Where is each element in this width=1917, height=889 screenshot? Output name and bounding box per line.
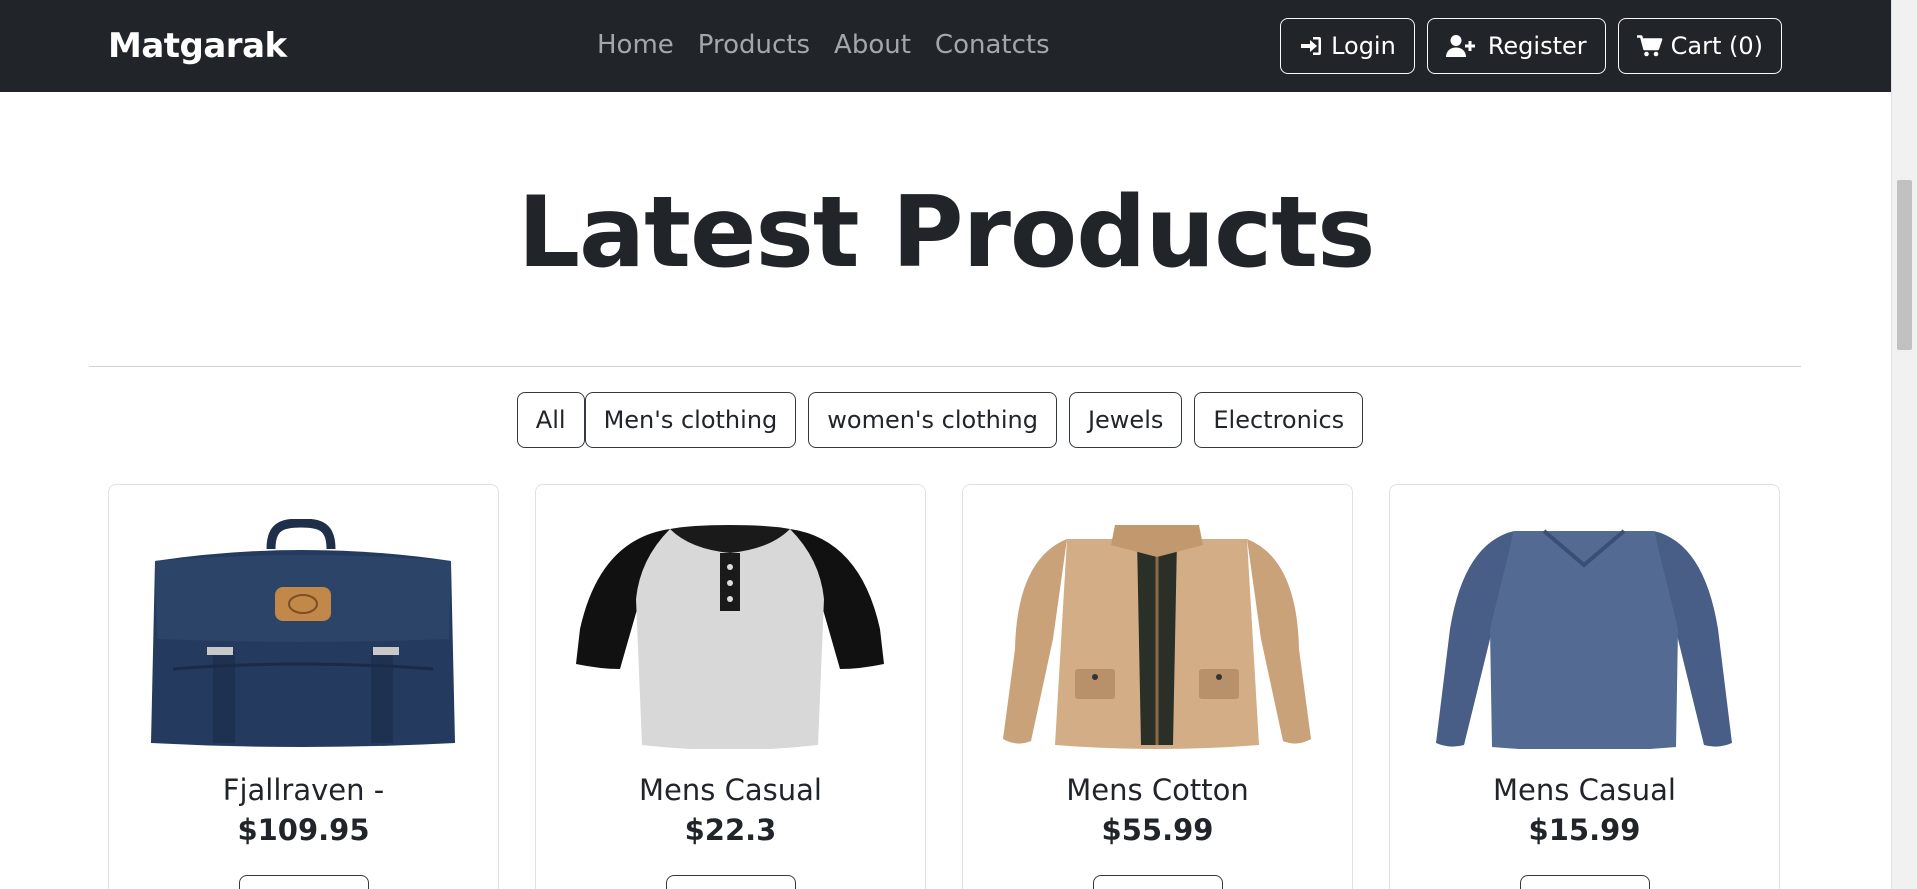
- product-price: $109.95: [237, 813, 370, 847]
- product-title: Mens Casual: [639, 773, 822, 807]
- shopping-cart-icon: [1636, 35, 1663, 57]
- product-card[interactable]: Mens Casual $22.3: [535, 484, 926, 889]
- product-title: Mens Casual: [1493, 773, 1676, 807]
- nav-actions: Login Register Cart (0): [1280, 18, 1782, 74]
- product-card[interactable]: Mens Cotton $55.99: [962, 484, 1353, 889]
- filter-all-button[interactable]: All: [516, 392, 585, 448]
- product-grid: Fjallraven - $109.95 Mens Casual $22.3 M…: [108, 484, 1782, 889]
- product-card[interactable]: Fjallraven - $109.95: [108, 484, 499, 889]
- vertical-scrollbar[interactable]: [1891, 0, 1917, 889]
- cart-label: Cart (0): [1670, 32, 1763, 60]
- product-price: $15.99: [1528, 813, 1641, 847]
- scrollbar-thumb[interactable]: [1897, 180, 1912, 350]
- nav-link-about[interactable]: About: [834, 30, 911, 60]
- product-image-backpack[interactable]: [143, 519, 463, 749]
- filter-womens-clothing-button[interactable]: women's clothing: [808, 392, 1057, 448]
- buy-now-button[interactable]: [238, 875, 369, 889]
- nav-link-home[interactable]: Home: [597, 30, 674, 60]
- category-filters: All Men's clothing women's clothing Jewe…: [0, 392, 1892, 448]
- sign-in-icon: [1299, 35, 1323, 57]
- product-card[interactable]: Mens Casual $15.99: [1389, 484, 1780, 889]
- product-image-raglan-tshirt[interactable]: [570, 519, 890, 749]
- product-image-long-sleeve-shirt[interactable]: [1424, 519, 1744, 749]
- brand-logo[interactable]: Matgarak: [108, 26, 287, 66]
- register-button[interactable]: Register: [1426, 18, 1606, 74]
- divider: [89, 366, 1801, 367]
- login-label: Login: [1331, 32, 1396, 60]
- product-price: $22.3: [684, 813, 777, 847]
- login-button[interactable]: Login: [1280, 18, 1415, 74]
- register-label: Register: [1487, 32, 1587, 60]
- nav-link-products[interactable]: Products: [698, 30, 810, 60]
- buy-now-button[interactable]: [1092, 875, 1223, 889]
- page: Matgarak Home Products About Conatcts Lo…: [0, 0, 1892, 889]
- product-image-jacket[interactable]: [997, 519, 1317, 749]
- navbar: Matgarak Home Products About Conatcts Lo…: [0, 0, 1892, 92]
- product-price: $55.99: [1101, 813, 1214, 847]
- filter-electronics-button[interactable]: Electronics: [1194, 392, 1364, 448]
- product-title: Mens Cotton: [1066, 773, 1249, 807]
- nav-links: Home Products About Conatcts: [597, 30, 1074, 60]
- filter-jewels-button[interactable]: Jewels: [1068, 392, 1183, 448]
- nav-link-contacts[interactable]: Conatcts: [935, 30, 1050, 60]
- buy-now-button[interactable]: [1519, 875, 1650, 889]
- user-plus-icon: [1445, 34, 1476, 58]
- cart-button[interactable]: Cart (0): [1617, 18, 1782, 74]
- product-title: Fjallraven -: [222, 773, 385, 807]
- page-title: Latest Products: [517, 176, 1376, 290]
- filter-mens-clothing-button[interactable]: Men's clothing: [584, 392, 797, 448]
- buy-now-button[interactable]: [665, 875, 796, 889]
